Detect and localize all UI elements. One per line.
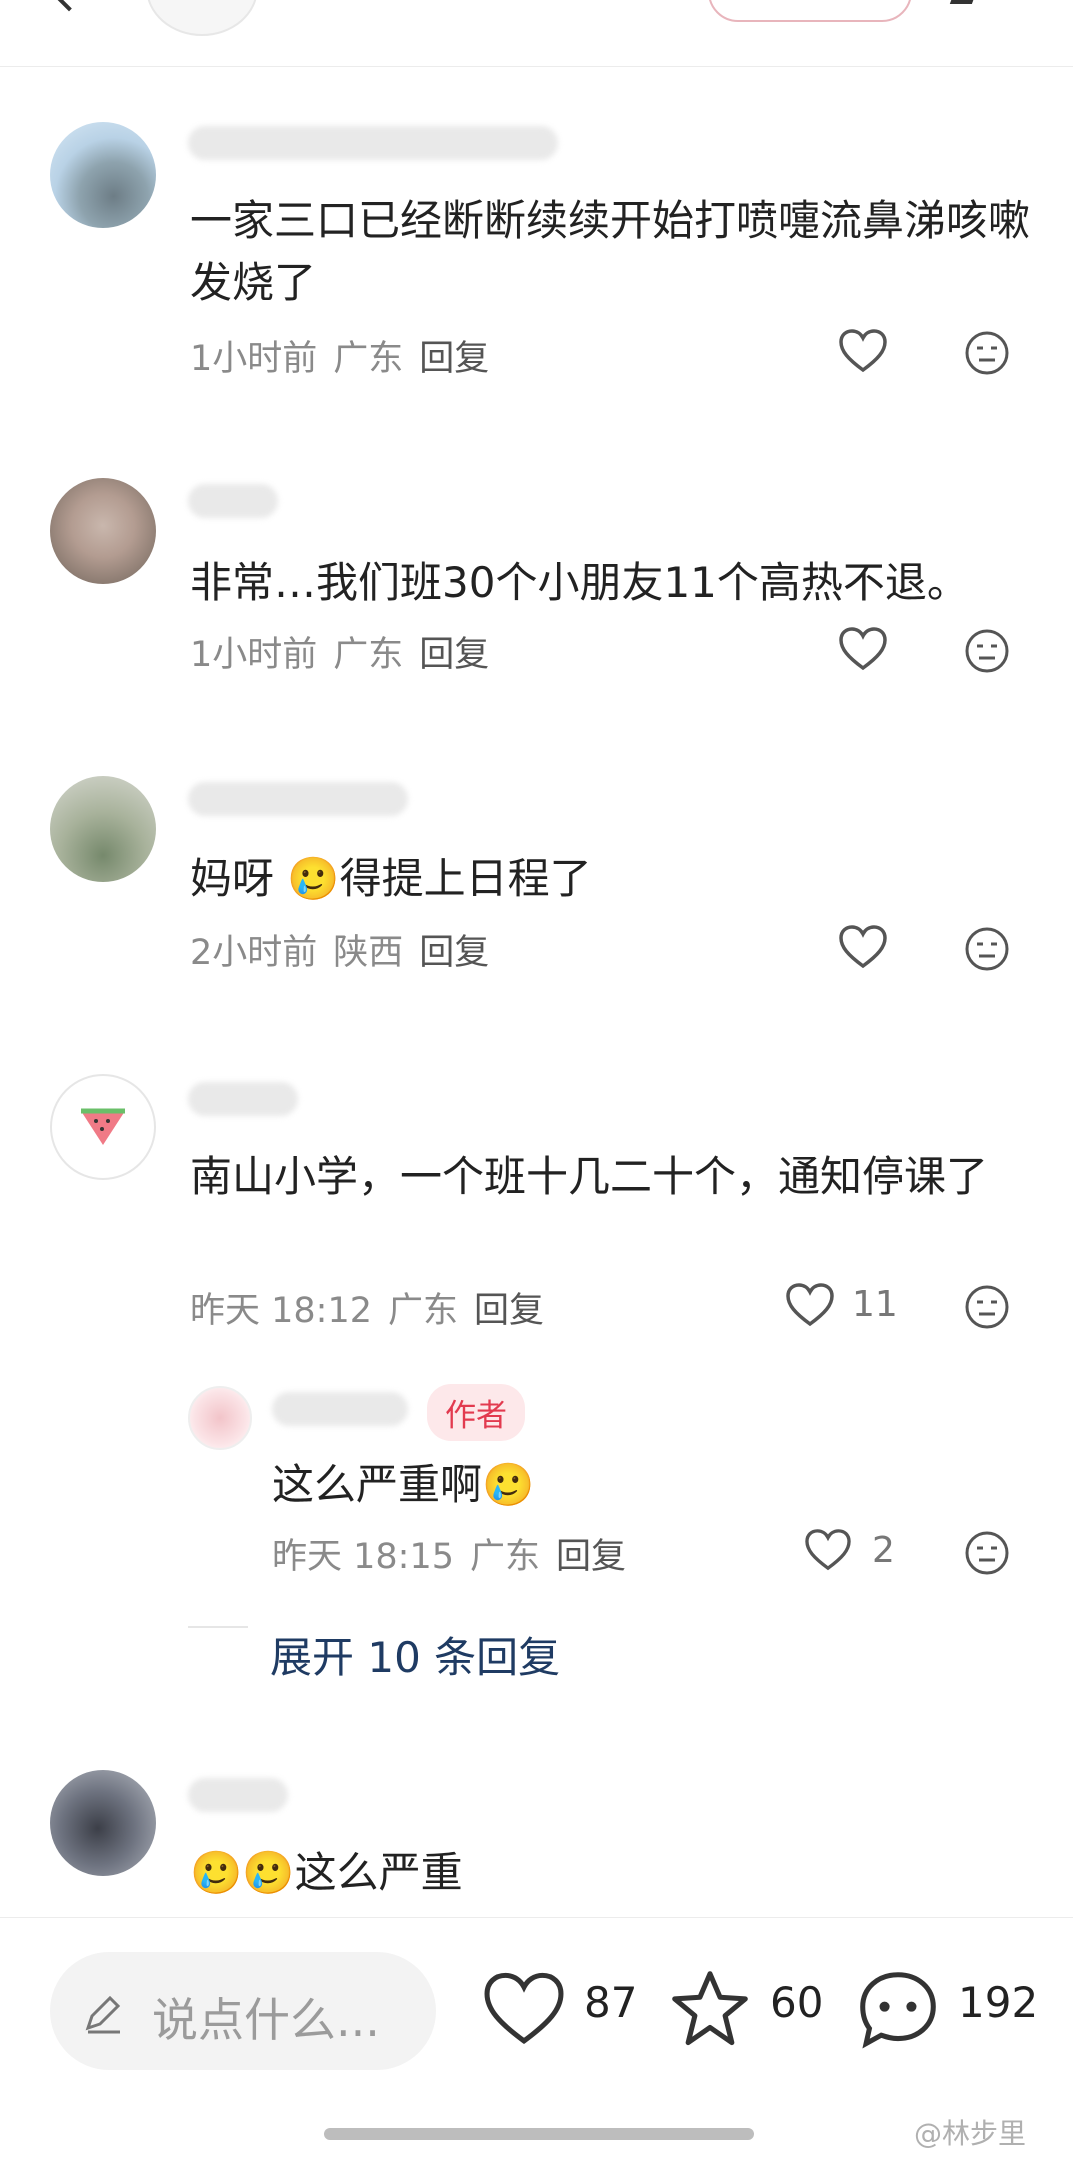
star-icon[interactable] [668,1968,752,2050]
comment-text: 妈呀 🥲得提上日程了 [190,854,592,903]
heart-icon[interactable] [838,626,888,672]
avatar[interactable] [50,776,156,882]
username-blurred[interactable] [188,1778,288,1812]
top-bar [0,0,1073,67]
neutral-face-icon[interactable] [964,926,1010,972]
home-indicator[interactable] [324,2128,754,2140]
reply-button[interactable]: 回复 [419,933,489,973]
comment-meta: 2小时前 陕西 回复 [190,924,505,975]
comment-time: 1小时前 [190,339,318,379]
watermark: @林步里 [914,2117,1027,2150]
comment-meta: 昨天 18:12 广东 回复 [190,1282,560,1333]
heart-icon[interactable] [482,1970,566,2048]
username-blurred[interactable] [188,484,278,518]
avatar[interactable] [50,1770,156,1876]
comment-meta: 1小时前 广东 回复 [190,626,505,677]
reply-button[interactable]: 回复 [419,635,489,675]
reply-time: 昨天 18:15 [272,1537,454,1577]
neutral-face-icon[interactable] [964,330,1010,376]
comment-text: 非常…我们班30个小朋友11个高热不退。 [190,558,969,607]
comment-location: 广东 [333,635,404,675]
avatar[interactable] [50,478,156,584]
comment-text: 一家三口已经断断续续开始打喷嚏流鼻涕咳嗽发烧了 [190,196,1031,307]
avatar[interactable] [50,1074,156,1180]
neutral-face-icon[interactable] [964,1530,1010,1576]
comment-text: 🥲🥲这么严重 [190,1848,463,1897]
pencil-icon [85,1995,121,2034]
expand-divider [188,1626,248,1628]
follow-button[interactable] [708,0,912,22]
like-count: 11 [852,1284,898,1325]
username-blurred[interactable] [188,1082,298,1116]
comment-time: 1小时前 [190,635,318,675]
reply-button[interactable]: 回复 [419,339,489,379]
heart-icon[interactable] [838,924,888,970]
username-blurred[interactable] [188,782,408,816]
reply-text: 这么严重啊🥲 [272,1460,535,1509]
username-blurred[interactable] [188,126,558,160]
bottom-bar: 说点什么... 87 60 192 [0,1917,1073,2157]
reply-button[interactable]: 回复 [474,1291,544,1331]
comment-text: 南山小学，一个班十几二十个，通知停课了 [190,1152,989,1201]
chat-bubble-icon[interactable] [856,1968,940,2052]
back-icon[interactable] [50,0,88,12]
reply-meta: 昨天 18:15 广东 回复 [272,1528,642,1579]
comment-input[interactable]: 说点什么... [50,1952,436,2070]
author-avatar[interactable] [146,0,258,36]
watermelon-icon [81,1108,125,1145]
comment-location: 陕西 [333,933,404,973]
avatar[interactable] [188,1386,252,1450]
comment-location: 广东 [333,339,404,379]
post-star-count: 60 [770,1978,824,2027]
heart-icon[interactable] [838,328,888,374]
post-comment-count: 192 [958,1978,1039,2027]
like-count: 2 [872,1530,895,1571]
username-blurred[interactable] [272,1392,408,1426]
avatar[interactable] [50,122,156,228]
comment-time: 2小时前 [190,933,318,973]
comment-meta: 1小时前 广东 回复 [190,330,505,381]
reply-location: 广东 [470,1537,541,1577]
reply-button[interactable]: 回复 [556,1537,626,1577]
heart-icon[interactable] [804,1528,852,1572]
heart-icon[interactable] [785,1282,835,1328]
author-tag: 作者 [427,1384,525,1441]
post-like-count: 87 [584,1978,638,2027]
share-icon[interactable] [949,0,977,4]
comment-time: 昨天 18:12 [190,1291,372,1331]
expand-replies-link[interactable]: 展开 10 条回复 [270,1624,560,1685]
comment-location: 广东 [388,1291,459,1331]
comment-placeholder: 说点什么... [152,1993,380,2047]
neutral-face-icon[interactable] [964,1284,1010,1330]
neutral-face-icon[interactable] [964,628,1010,674]
